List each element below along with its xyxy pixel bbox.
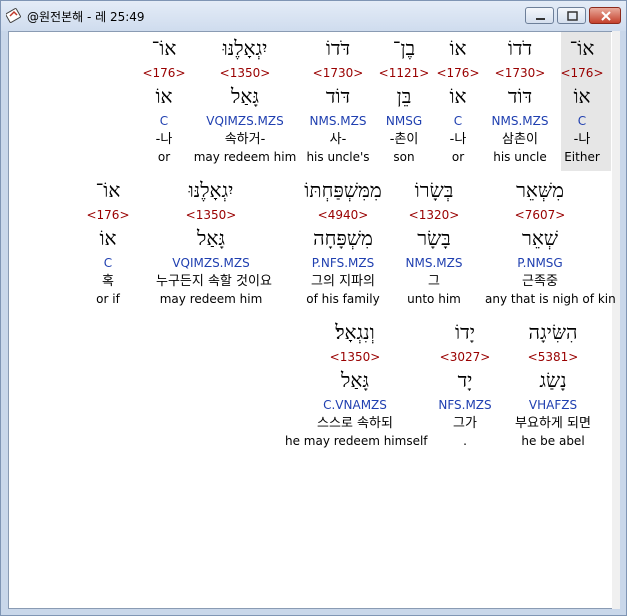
english-gloss: or — [157, 150, 171, 164]
english-gloss: any that is nigh of kin — [485, 292, 616, 306]
hebrew-word: יִגְאָלֶנּוּ — [188, 178, 234, 202]
maximize-icon — [567, 11, 578, 21]
korean-gloss: 혹 — [102, 274, 114, 289]
morphology-code: NFS.MZS — [438, 398, 492, 412]
minimize-icon — [536, 18, 545, 20]
korean-gloss: 누구든지 속할 것이요 — [156, 274, 272, 289]
strong-number[interactable]: <1350> — [285, 350, 425, 364]
strong-number[interactable]: <176> — [53, 208, 163, 222]
title-bar[interactable]: @원전본해 - 레 25:49 — [1, 1, 626, 31]
bible-app-icon — [6, 8, 21, 23]
minimize-button[interactable] — [525, 7, 554, 24]
morphology-code: VQIMZS.MZS — [172, 256, 250, 270]
morphology-code: C.VNAMZS — [323, 398, 387, 412]
morphology-code: P.NMSG — [517, 256, 563, 270]
morphology-code: C — [159, 114, 169, 128]
korean-gloss: 근족중 — [522, 274, 558, 289]
english-gloss: or if — [96, 292, 120, 306]
maximize-button[interactable] — [557, 7, 586, 24]
korean-gloss: 스스로 속하되 — [317, 416, 393, 431]
hebrew-word: אוֹ־ — [151, 36, 177, 60]
lemma: אוֹ — [155, 84, 173, 108]
hebrew-word: מִמִּשְׁפַּחְתּוֹ — [304, 178, 382, 202]
morphology-code: C — [103, 256, 113, 270]
morphology-code: P.NFS.MZS — [311, 256, 375, 270]
hebrew-word: אוֹ־ — [95, 178, 121, 202]
app-window: @원전본해 - 레 25:49 אוֹ־ <176> אוֹ C -나 Eith… — [0, 0, 627, 616]
strong-number[interactable]: <4940> — [288, 208, 398, 222]
lemma: גָּאַל — [197, 226, 225, 250]
korean-gloss: 그의 지파의 — [311, 274, 375, 289]
hebrew-word: וְנִגְאָל׃ — [335, 320, 375, 344]
lemma: מִשְׁפָּחָה — [313, 226, 373, 250]
lemma: גָּאַל — [341, 368, 369, 392]
lemma: שְׁאֵר — [522, 226, 558, 250]
window-title: @원전본해 - 레 25:49 — [27, 10, 145, 24]
hebrew-word: מִשְּׁאֵר — [516, 178, 564, 202]
lemma: אוֹ — [99, 226, 117, 250]
strong-number[interactable]: <1350> — [156, 208, 266, 222]
english-gloss: may redeem him — [159, 292, 263, 306]
strong-number[interactable]: <176> — [109, 66, 219, 80]
close-icon — [601, 11, 611, 21]
hebrew-word: יָדוֹ — [455, 320, 475, 344]
english-gloss: of his family — [306, 292, 380, 306]
strong-number[interactable]: <7607> — [485, 208, 595, 222]
korean-gloss: 그가 — [453, 416, 477, 431]
strong-number[interactable]: <3027> — [410, 350, 520, 364]
english-gloss: he may redeem himself — [285, 434, 428, 448]
close-button[interactable] — [589, 7, 621, 24]
korean-gloss: -나 — [155, 132, 173, 147]
lemma: יָד — [457, 368, 473, 392]
